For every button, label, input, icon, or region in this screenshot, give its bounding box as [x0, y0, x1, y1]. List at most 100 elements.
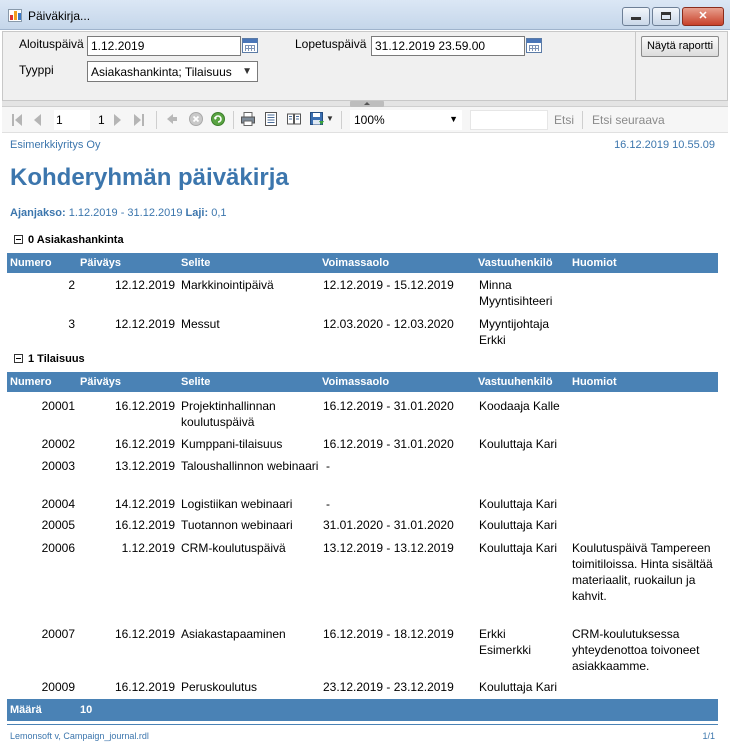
- chevron-down-icon: ▼: [449, 114, 458, 124]
- cell-date: 16.12.2019: [114, 680, 175, 694]
- end-calendar-icon[interactable]: [526, 38, 542, 53]
- footer-divider: [7, 724, 718, 725]
- cell-validity: 13.12.2019 - 13.12.2019: [323, 541, 454, 555]
- next-page-button[interactable]: [114, 112, 121, 128]
- page-count: 1: [98, 113, 105, 127]
- period-value: 1.12.2019 - 31.12.2019: [68, 207, 183, 219]
- report-title: Kohderyhmän päiväkirja: [10, 164, 289, 191]
- back-arrow-icon[interactable]: [164, 111, 180, 127]
- export-dropdown-icon[interactable]: ▼: [326, 114, 334, 123]
- cell-validity: 16.12.2019 - 31.01.2020: [323, 437, 454, 451]
- cell-number: 3: [68, 317, 75, 331]
- cell-owner: Minna Myyntisihteeri: [479, 278, 553, 308]
- total-value: 10: [80, 704, 93, 716]
- column-header: Selite: [181, 257, 211, 269]
- find-input[interactable]: [470, 110, 548, 130]
- window-title: Päiväkirja...: [28, 9, 91, 23]
- cell-date: 16.12.2019: [114, 437, 175, 451]
- collapse-toggle-icon[interactable]: [14, 354, 23, 363]
- footer-source: Lemonsoft v, Campaign_journal.rdl: [10, 731, 149, 741]
- toolbar-separator: [341, 111, 342, 129]
- table-header: Numero Päiväys Selite Voimassaolo Vastuu…: [7, 253, 718, 273]
- cell-owner: Erkki Esimerkki: [479, 627, 532, 657]
- view-report-button[interactable]: Näytä raportti: [641, 36, 719, 57]
- find-next-link[interactable]: Etsi seuraava: [592, 113, 665, 127]
- start-date-label: Aloituspäivä: [19, 37, 84, 51]
- panel-divider: [635, 32, 636, 100]
- page-setup-icon[interactable]: [286, 111, 302, 127]
- cell-number: 20009: [41, 680, 75, 694]
- toolbar-separator: [156, 111, 157, 129]
- cell-date: 12.12.2019: [114, 278, 175, 292]
- cell-note: Koulutuspäivä Tampereen toimitiloissa. H…: [572, 541, 713, 603]
- column-header: Voimassaolo: [322, 376, 390, 388]
- collapse-toggle-icon[interactable]: [14, 235, 23, 244]
- cell-number: 20004: [41, 497, 75, 511]
- column-header: Voimassaolo: [322, 257, 390, 269]
- cell-date: 16.12.2019: [114, 627, 175, 641]
- minimize-button[interactable]: [622, 7, 650, 26]
- first-page-button[interactable]: [12, 112, 22, 128]
- end-date-input[interactable]: 31.12.2019 23.59.00: [371, 36, 525, 56]
- cell-validity: 23.12.2019 - 23.12.2019: [323, 680, 454, 694]
- zoom-select[interactable]: 100% ▼: [350, 110, 462, 130]
- group-header-asiakashankinta[interactable]: 0 Asiakashankinta: [14, 234, 124, 246]
- report-period: Ajanjakso: 1.12.2019 - 31.12.2019 Laji: …: [10, 207, 227, 219]
- type-label: Tyyppi: [19, 63, 54, 77]
- group-title: 0 Asiakashankinta: [28, 234, 124, 246]
- type-value: 0,1: [211, 207, 227, 219]
- group-title: 1 Tilaisuus: [28, 353, 85, 365]
- cell-number: 20005: [41, 518, 75, 532]
- cell-validity: -: [326, 459, 330, 473]
- cell-validity: 16.12.2019 - 31.01.2020: [323, 399, 454, 413]
- cell-description: Tuotannon webinaari: [181, 518, 293, 532]
- cell-note: CRM-koulutuksessa yhteydenottoa toivonee…: [572, 627, 700, 673]
- toolbar-separator: [233, 111, 234, 129]
- cell-description: Asiakastapaaminen: [181, 627, 286, 641]
- company-name: Esimerkkiyritys Oy: [10, 139, 101, 151]
- maximize-button[interactable]: [652, 7, 680, 26]
- cell-validity: -: [326, 497, 330, 511]
- cell-number: 20006: [41, 541, 75, 555]
- cell-description: Kumppani-tilaisuus: [181, 437, 283, 451]
- cell-date: 16.12.2019: [114, 518, 175, 532]
- last-page-button[interactable]: [134, 112, 144, 128]
- cell-description: Logistiikan webinaari: [181, 497, 293, 511]
- print-layout-icon[interactable]: [263, 111, 279, 127]
- cell-description: Messut: [181, 317, 220, 331]
- report-page: Esimerkkiyritys Oy 16.12.2019 10.55.09 K…: [0, 134, 730, 748]
- maximize-icon: [661, 12, 671, 20]
- app-chart-icon: [8, 9, 22, 22]
- column-header: Numero: [10, 376, 52, 388]
- refresh-icon[interactable]: [210, 111, 226, 127]
- cell-number: 20003: [41, 459, 75, 473]
- cell-owner: Kouluttaja Kari: [479, 680, 558, 694]
- type-select[interactable]: Asiakashankinta; Tilaisuus ▼: [87, 61, 258, 82]
- cell-description: Peruskoulutus: [181, 680, 258, 694]
- minimize-icon: [631, 17, 641, 20]
- stop-icon[interactable]: [188, 111, 204, 127]
- page-number-input[interactable]: 1: [54, 110, 90, 130]
- previous-page-button[interactable]: [34, 112, 41, 128]
- type-label: Laji:: [185, 207, 209, 219]
- find-link[interactable]: Etsi: [554, 113, 574, 127]
- cell-owner: Myyntijohtaja Erkki: [479, 317, 550, 347]
- cell-date: 14.12.2019: [114, 497, 175, 511]
- group-header-tilaisuus[interactable]: 1 Tilaisuus: [14, 353, 85, 365]
- close-button[interactable]: ✕: [682, 7, 724, 26]
- cell-number: 20007: [41, 627, 75, 641]
- end-date-label: Lopetuspäivä: [295, 37, 367, 51]
- start-calendar-icon[interactable]: [242, 38, 258, 53]
- period-label: Ajanjakso:: [10, 207, 66, 219]
- start-date-input[interactable]: 1.12.2019: [87, 36, 241, 56]
- chevron-down-icon: ▼: [242, 66, 252, 77]
- cell-owner: Koodaaja Kalle: [479, 399, 560, 413]
- cell-number: 20001: [41, 399, 75, 413]
- export-save-icon[interactable]: [309, 111, 325, 127]
- column-header: Huomiot: [572, 376, 617, 388]
- window-titlebar[interactable]: Päiväkirja... ✕: [0, 0, 730, 30]
- cell-description: Taloushallinnon webinaari: [181, 459, 319, 473]
- cell-owner: Kouluttaja Kari: [479, 437, 558, 451]
- print-icon[interactable]: [240, 111, 256, 127]
- cell-date: 13.12.2019: [114, 459, 175, 473]
